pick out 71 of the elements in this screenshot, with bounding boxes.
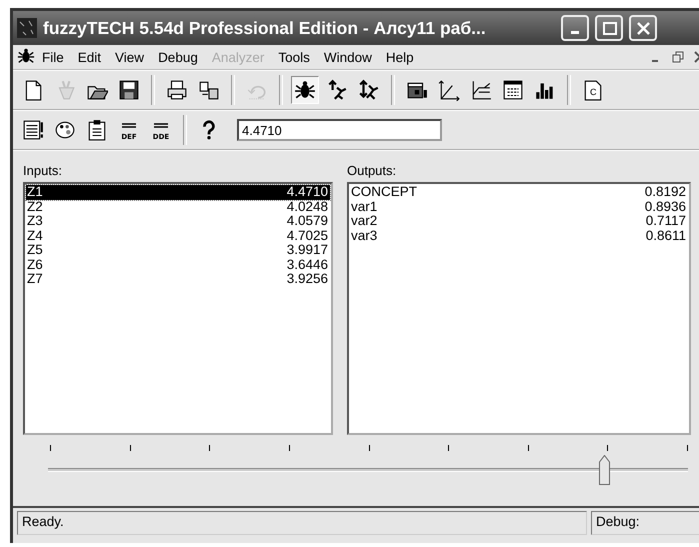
variable-value: 3.9256	[286, 272, 328, 287]
minimize-icon	[571, 31, 579, 34]
tick-mark	[687, 445, 688, 451]
value-field[interactable]: 4.4710	[237, 119, 442, 141]
document-button[interactable]: C	[579, 76, 607, 104]
variable-name[interactable]: Z5	[27, 243, 43, 258]
table-icon	[502, 79, 524, 101]
tick-mark	[288, 445, 290, 451]
sheet-icon	[22, 119, 44, 141]
menu-item[interactable]: Tools	[271, 50, 317, 64]
restore-icon[interactable]	[672, 51, 684, 63]
app-icon	[17, 18, 37, 38]
slider-thumb[interactable]	[598, 455, 610, 485]
tick-mark	[209, 445, 210, 451]
variable-name[interactable]: Z1	[27, 185, 43, 200]
close-button[interactable]	[629, 15, 657, 41]
variable-name[interactable]: CONCEPT	[351, 185, 418, 200]
variable-name[interactable]: Z6	[27, 258, 43, 272]
variable-name[interactable]: var3	[351, 228, 378, 244]
tick-mark	[50, 445, 51, 451]
tick-mark	[130, 445, 131, 451]
window-title: fuzzyTECH 5.54d Professional Edition - Алсу11 раб...	[43, 18, 487, 38]
bug-icon	[294, 79, 316, 101]
plot-icon	[470, 79, 492, 101]
variable-name[interactable]: Z3	[27, 214, 43, 229]
tick-mark	[448, 445, 450, 451]
document-icon	[582, 79, 604, 101]
tick-mark	[368, 445, 370, 451]
bug-button[interactable]	[291, 76, 319, 104]
variable-value: 0.7117	[646, 214, 686, 229]
menu-item[interactable]: Help	[378, 50, 421, 64]
print-icon	[166, 79, 188, 101]
menu-item[interactable]: View	[108, 50, 152, 64]
variable-value: 0.8611	[646, 228, 686, 244]
variable-name[interactable]: Z7	[27, 272, 43, 287]
list-label: Outputs:	[347, 163, 398, 178]
trace-up-icon	[326, 79, 348, 101]
variable-value: 4.4710	[286, 185, 328, 200]
axes-icon	[438, 79, 460, 101]
variable-name[interactable]: var1	[351, 200, 378, 214]
variable-name[interactable]: Z2	[27, 200, 43, 214]
palette-icon	[54, 119, 76, 141]
variable-name[interactable]: Z4	[27, 228, 43, 244]
variable-name[interactable]: var2	[351, 214, 378, 229]
menu-item[interactable]: Window	[316, 50, 379, 64]
variable-value: 3.9917	[286, 243, 328, 258]
lines-icon	[122, 122, 136, 128]
bug-icon[interactable]	[17, 46, 35, 64]
save-icon	[118, 79, 140, 101]
menu-item[interactable]: File	[35, 50, 71, 64]
variable-value: 3.6446	[286, 258, 328, 272]
minimize-button[interactable]	[561, 15, 589, 41]
lines-icon	[154, 122, 168, 128]
clipboard-icon	[86, 119, 108, 141]
list-label: Inputs:	[23, 163, 64, 178]
trace-both-icon	[358, 79, 380, 101]
variable-value: 0.8192	[644, 185, 686, 200]
transfer-icon	[198, 79, 220, 101]
status-mode: Debug:	[591, 511, 699, 535]
tick-mark	[607, 445, 608, 451]
menu-item[interactable]: Debug	[151, 50, 205, 64]
variable-value: 4.0579	[286, 214, 328, 229]
maximize-icon	[602, 20, 616, 36]
variable-value: 4.7025	[286, 228, 328, 244]
variable-value: 4.0248	[286, 200, 328, 214]
menu-item[interactable]: Edit	[70, 50, 108, 64]
tick-mark	[528, 445, 529, 451]
maximize-button[interactable]	[595, 15, 623, 41]
status-message: Ready.	[17, 511, 587, 535]
variable-value: 0.8936	[644, 200, 686, 214]
close-icon	[636, 20, 650, 36]
